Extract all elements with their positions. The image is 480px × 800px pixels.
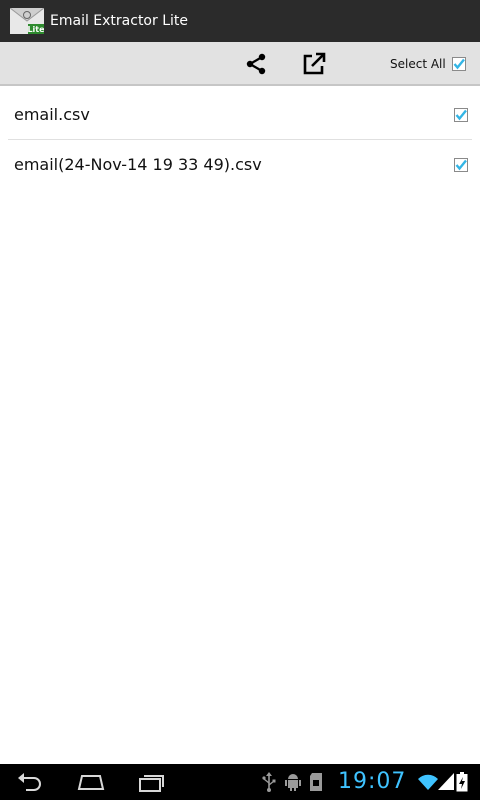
list-item[interactable]: email.csv	[0, 90, 480, 139]
sd-card-icon	[310, 773, 322, 791]
open-external-icon[interactable]	[301, 51, 327, 77]
file-name: email.csv	[14, 105, 90, 124]
status-clock: 19:07	[338, 769, 407, 794]
system-nav-bar	[0, 764, 480, 800]
usb-icon	[262, 772, 276, 792]
file-checkbox[interactable]	[454, 158, 468, 172]
android-debug-icon	[285, 774, 301, 791]
battery-icon	[456, 772, 468, 792]
wifi-icon	[418, 774, 438, 790]
select-all-label: Select All	[390, 57, 446, 71]
share-icon[interactable]	[244, 52, 268, 76]
select-all-control[interactable]: Select All	[390, 54, 466, 74]
recent-apps-icon[interactable]	[136, 771, 166, 793]
home-icon[interactable]	[76, 771, 106, 793]
file-list: email.csv email(24-Nov-14 19 33 49).csv	[0, 90, 480, 189]
select-all-checkbox[interactable]	[451, 57, 466, 71]
signal-icon	[438, 773, 454, 790]
app-title: Email Extractor Lite	[50, 13, 188, 29]
file-checkbox[interactable]	[454, 108, 468, 122]
list-item[interactable]: email(24-Nov-14 19 33 49).csv	[0, 140, 480, 189]
screen: Lite Email Extractor Lite Select All ema…	[0, 0, 480, 800]
file-name: email(24-Nov-14 19 33 49).csv	[14, 155, 262, 174]
app-badge: Lite	[27, 25, 44, 34]
email-app-icon: Lite	[10, 8, 44, 34]
back-icon[interactable]	[16, 770, 44, 794]
